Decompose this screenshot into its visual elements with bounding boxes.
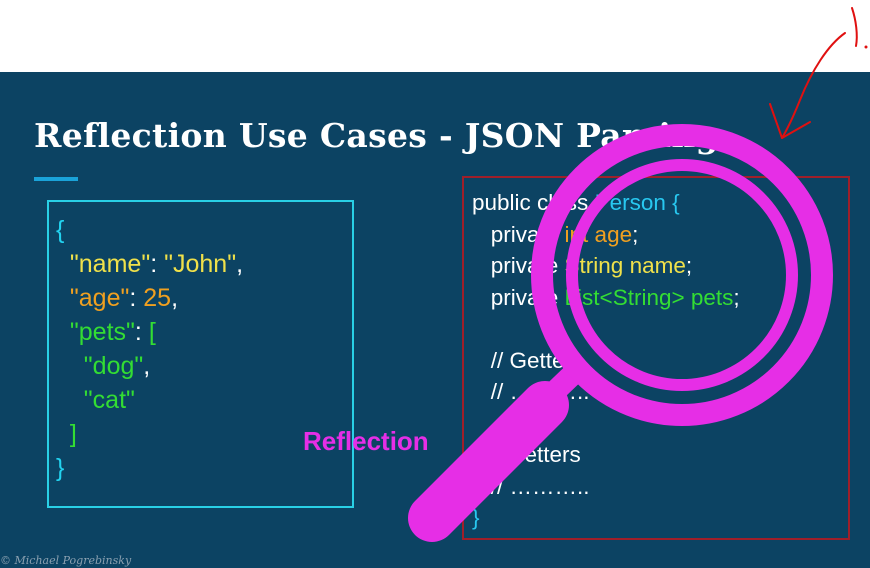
annotation-bracket [851, 7, 858, 47]
red-arrow-annotation [769, 7, 868, 139]
annotation-dot [864, 45, 868, 49]
annotation-arrow-line [781, 32, 846, 139]
copyright-text: © Michael Pogrebinsky [0, 554, 132, 567]
